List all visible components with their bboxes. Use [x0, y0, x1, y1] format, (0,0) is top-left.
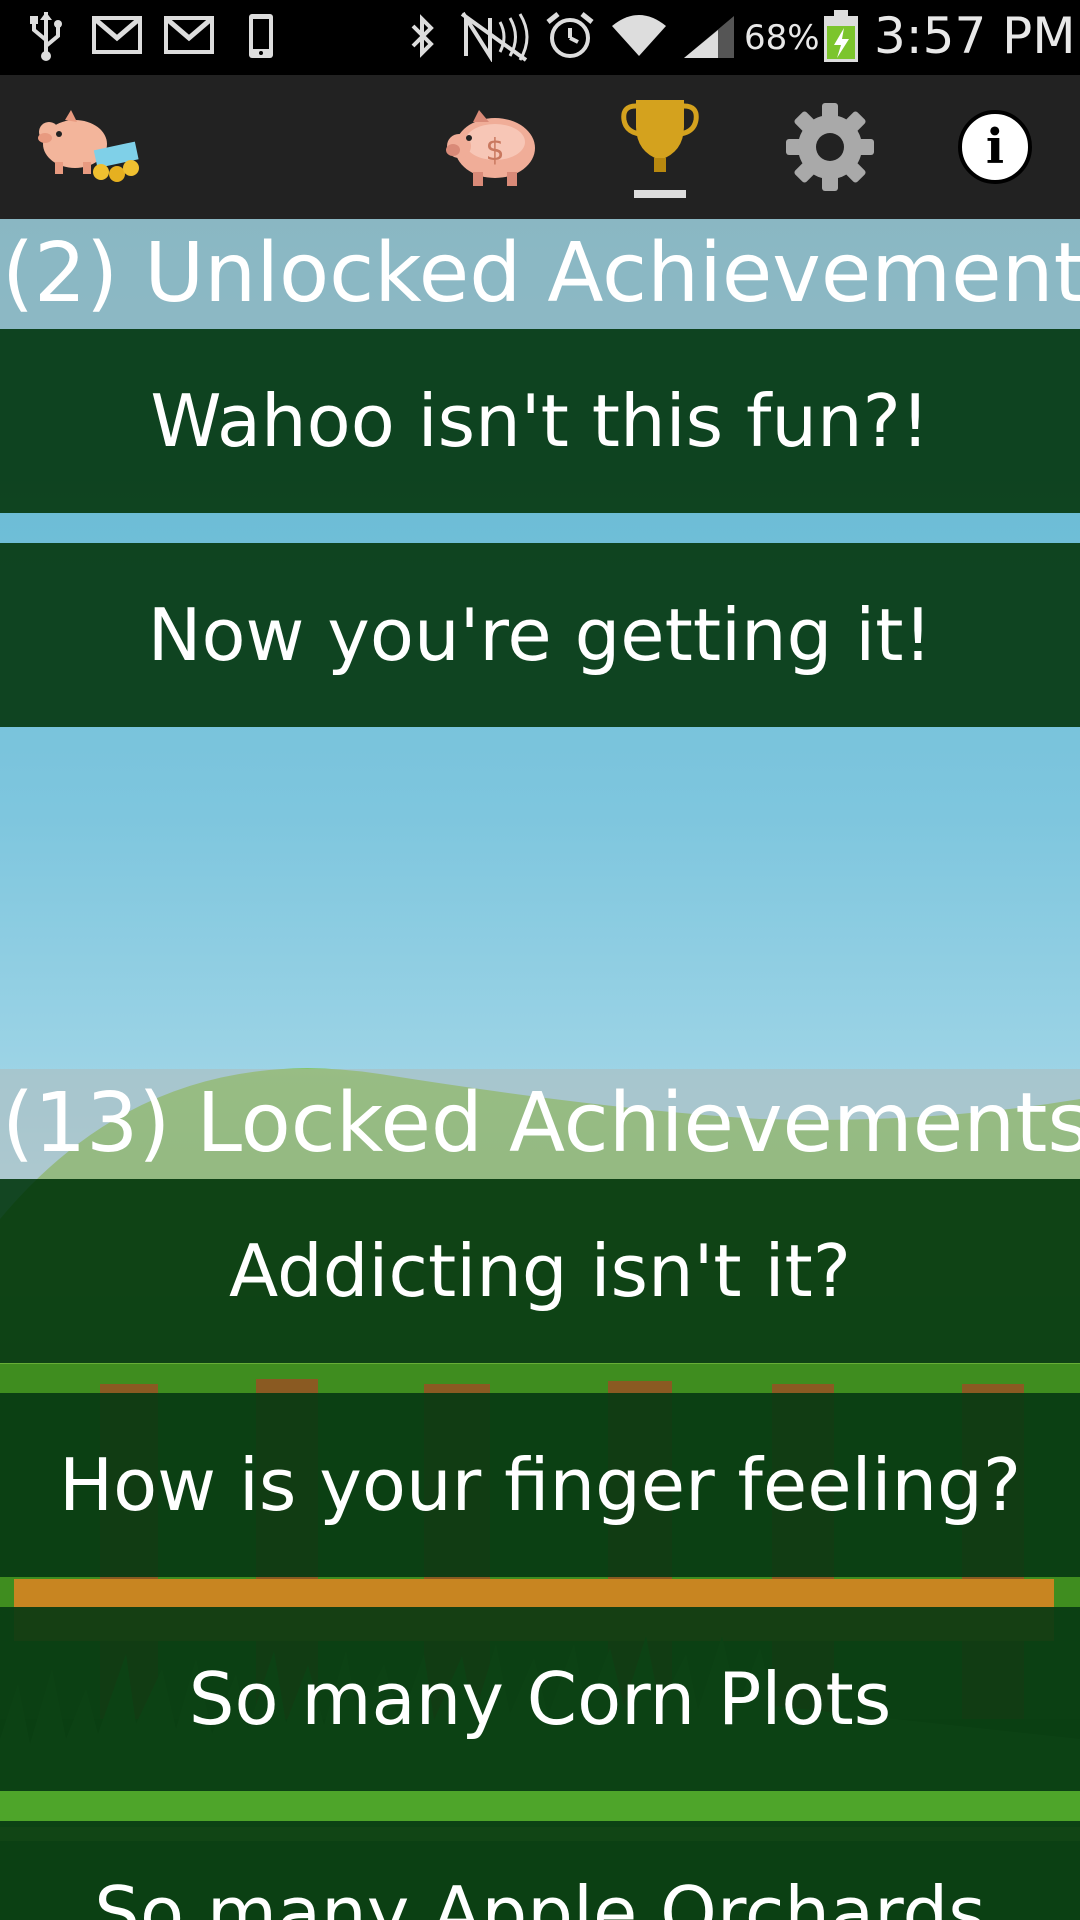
locked-achievement-row[interactable]: So many Corn Plots — [0, 1607, 1080, 1791]
signal-icon — [684, 16, 734, 58]
gmail-icon — [164, 16, 214, 54]
app-logo[interactable] — [20, 75, 150, 219]
settings-gear-icon — [786, 103, 874, 191]
usb-icon — [30, 12, 62, 61]
locked-achievement-row[interactable]: So many Apple Orchards — [0, 1821, 1080, 1920]
locked-achievement-row[interactable]: How is your finger feeling? — [0, 1393, 1080, 1577]
achievement-title: Addicting isn't it? — [229, 1229, 851, 1313]
piggy-bank-icon: $ — [446, 110, 535, 186]
gmail-icon — [92, 16, 142, 54]
trophy-icon — [621, 100, 699, 198]
achievement-title: Now you're getting it! — [147, 593, 933, 677]
clock: 3:57 PM — [874, 7, 1076, 65]
bluetooth-icon — [411, 14, 434, 58]
achievement-title: So many Apple Orchards — [94, 1871, 986, 1920]
achievement-title: How is your finger feeling? — [58, 1443, 1022, 1527]
wifi-icon — [612, 15, 666, 56]
locked-achievement-row[interactable]: Addicting isn't it? — [0, 1179, 1080, 1363]
achievement-row[interactable]: Wahoo isn't this fun?! — [0, 329, 1080, 513]
info-icon: i — [958, 110, 1032, 184]
info-glyph: i — [985, 119, 1005, 175]
app-logo-piggy-coins-icon — [38, 110, 139, 182]
info-button[interactable]: i — [940, 75, 1050, 219]
battery-percent: 68% — [744, 18, 820, 58]
settings-button[interactable] — [770, 75, 890, 219]
achievements-button[interactable] — [600, 75, 720, 219]
locked-achievements-header: (13) Locked Achievements: — [0, 1069, 1080, 1179]
alarm-icon — [546, 12, 594, 58]
piggy-bank-button[interactable]: $ — [432, 75, 552, 219]
svg-text:$: $ — [485, 133, 504, 168]
nfc-icon — [460, 12, 529, 62]
achievement-row[interactable]: Now you're getting it! — [0, 543, 1080, 727]
phone-icon — [249, 14, 273, 58]
achievement-title: Wahoo isn't this fun?! — [150, 379, 930, 463]
achievements-screen: 68% 3:57 PM $ i (2) Unlocked Achievement… — [0, 0, 1080, 1920]
unlocked-achievements-header: (2) Unlocked Achievements: — [0, 219, 1080, 329]
status-bar: 68% 3:57 PM — [0, 0, 1080, 75]
action-bar: $ i — [0, 75, 1080, 221]
achievement-title: So many Corn Plots — [188, 1657, 892, 1741]
battery-charging-icon — [824, 10, 858, 62]
